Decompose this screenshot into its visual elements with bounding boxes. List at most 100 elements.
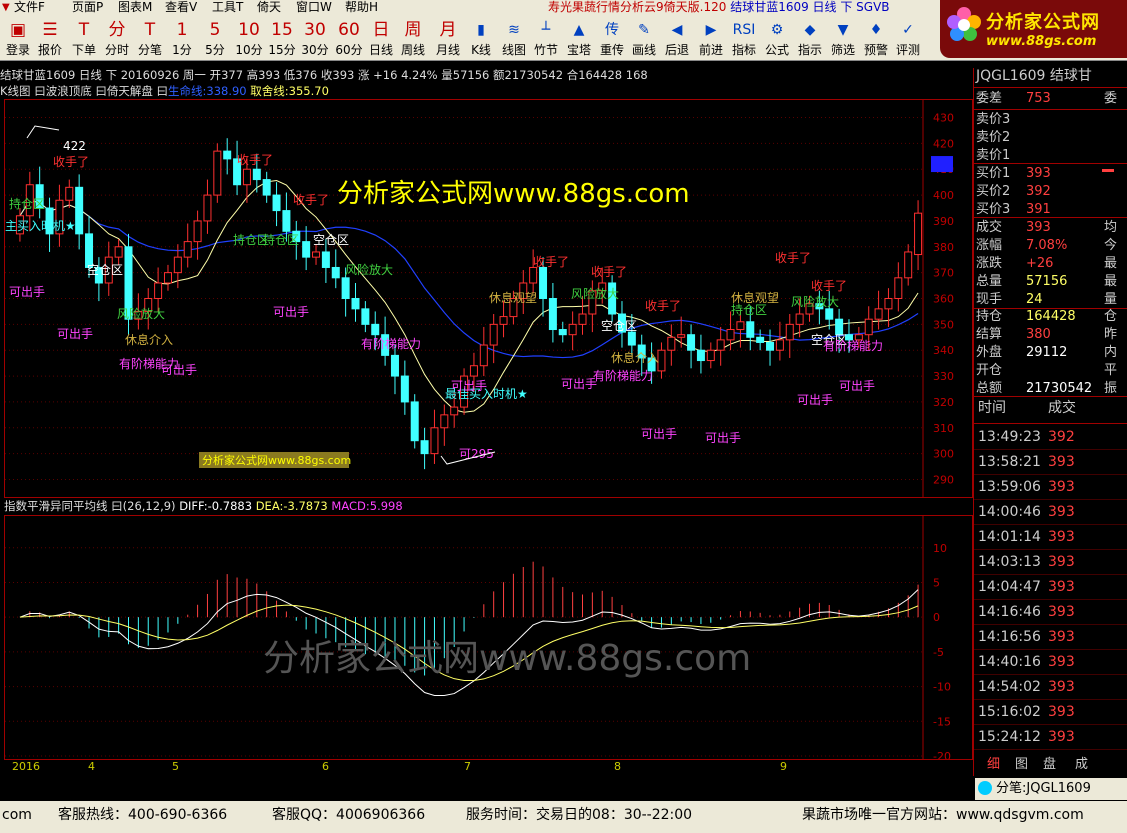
signal-annotation: 可出手 (641, 427, 677, 441)
toolbar-button-1[interactable]: ☰ 报价 (34, 15, 66, 60)
toolbar-label: 后退 (664, 43, 689, 57)
tick-price: 393 (1048, 504, 1075, 520)
toolbar-button-26[interactable]: ♦ 预警 (860, 15, 892, 60)
toolbar-button-24[interactable]: ◆ 指示 (794, 15, 826, 60)
candle (687, 324, 696, 369)
kline-chart[interactable]: 2903003103203303403503603703803904004104… (4, 99, 973, 498)
window-title: 寿光果蔬行情分析云9倚天版.120 结球甘蓝1609 日线 下 SGVB (548, 0, 890, 14)
toolbar-button-2[interactable]: T 下单 (68, 15, 100, 60)
signal-annotation: 422 (63, 139, 86, 153)
candle (75, 174, 84, 250)
toolbar-button-10[interactable]: 60 60分 (332, 15, 366, 60)
buy-bar-indicator (1102, 169, 1114, 172)
toolbar-button-13[interactable]: 月月线 (430, 15, 466, 60)
signal-annotation: 收手了 (293, 193, 329, 207)
tick-time: 13:59:06 (978, 479, 1041, 495)
menu-yitian[interactable]: 倚天 (257, 0, 281, 15)
signal-annotation: 空仓区 (601, 319, 637, 333)
tick-time: 14:03:13 (978, 554, 1041, 570)
field-side-label: 最 (1104, 256, 1118, 271)
menu-chart[interactable]: 图表M (118, 0, 152, 15)
tab-detail[interactable]: 细 (987, 756, 1000, 773)
toolbar-button-14[interactable]: ▮ K线 (466, 15, 496, 60)
date-tick-label: 9 (780, 760, 787, 773)
menu-help[interactable]: 帮助H (345, 0, 378, 15)
toolbar-label: 月线 (435, 43, 460, 57)
toolbar-button-25[interactable]: ▼ 筛选 (826, 15, 860, 60)
macd-chart[interactable]: 10 5 0 -5 -10 -15 -20 分析家公式网www.88gs.com (4, 515, 973, 763)
toolbar-button-6[interactable]: 5 5分 (198, 15, 232, 60)
menu-page[interactable]: 页面P (72, 0, 103, 15)
toolbar-button-5[interactable]: 1 1分 (166, 15, 198, 60)
candle (183, 223, 192, 268)
toolbar-button-17[interactable]: ▲ 宝塔 (562, 15, 596, 60)
app-icon: ▼ (2, 2, 10, 13)
tick-time: 13:58:21 (978, 454, 1041, 470)
field-side-label: 振 (1104, 381, 1118, 396)
toolbar-button-20[interactable]: ◀ 后退 (660, 15, 694, 60)
menu-file[interactable]: 文件F (14, 0, 45, 15)
toolbar-label: 60分 (335, 43, 363, 57)
menu-tools[interactable]: 工具T (212, 0, 243, 15)
toolbar-button-18[interactable]: 传重传 (596, 15, 628, 60)
indicator-names[interactable]: K线图 曰波浪顶底 曰倚天解盘 曰 (0, 84, 168, 98)
toolbar-button-4[interactable]: T 分笔 (134, 15, 166, 60)
toolbar-button-7[interactable]: 10 10分 (232, 15, 266, 60)
toolbar-button-16[interactable]: ┴ 竹节 (530, 15, 562, 60)
toolbar-button-23[interactable]: ⚙ 公式 (760, 15, 794, 60)
field-label: 结算 (976, 327, 1003, 342)
toolbar-icon: 1 (176, 20, 188, 40)
toolbar-button-11[interactable]: 日日线 (366, 15, 396, 60)
signal-annotation: 收手了 (591, 265, 627, 279)
toolbar-button-8[interactable]: 15 15分 (266, 15, 298, 60)
toolbar-button-12[interactable]: 周周线 (396, 15, 430, 60)
toolbar-label: 指示 (797, 43, 822, 57)
candle (558, 321, 567, 343)
field-side-label: 平 (1104, 363, 1118, 378)
toolbar-button-21[interactable]: ▶ 前进 (694, 15, 728, 60)
menu-window[interactable]: 窗口W (296, 0, 332, 15)
field-side-label: 最 (1104, 274, 1118, 289)
toolbar-button-19[interactable]: ✎ 画线 (628, 15, 660, 60)
toolbar-button-0[interactable]: ▣ 登录 (2, 15, 34, 60)
signal-annotation: 可出手 (273, 305, 309, 319)
candle (785, 314, 794, 358)
y-tick-label: 300 (933, 448, 954, 461)
macd-tick-label: -5 (933, 646, 944, 659)
toolbar-button-27[interactable]: ✓ 评测 (892, 15, 924, 60)
toolbar-icon: ≋ (508, 22, 520, 38)
field-side-label: 仓 (1104, 309, 1118, 324)
y-tick-label: 380 (933, 241, 954, 254)
tab-trades[interactable]: 成 (1075, 756, 1088, 773)
date-axis: 2016 4 5 6 7 8 9 (4, 760, 971, 774)
toolbar-icon: T (78, 20, 90, 40)
signal-annotation: 有阶梯能力 (823, 339, 883, 353)
field-value: 392 (1026, 184, 1051, 199)
toolbar-label: 重传 (599, 43, 624, 57)
macd-tick-label: -10 (933, 681, 951, 694)
signal-annotation: 空仓区 (87, 263, 123, 277)
field-label: 涨幅 (976, 238, 1003, 253)
menu-view[interactable]: 查看V (165, 0, 197, 15)
y-tick-label: 340 (933, 344, 954, 357)
tab-orderbook[interactable]: 盘 (1043, 756, 1056, 773)
tick-time: 14:00:46 (978, 504, 1041, 520)
toolbar-icon: 30 (304, 20, 326, 40)
status-hotline: 客服热线：400-690-6366 (58, 807, 228, 823)
fenbi-bar[interactable]: 分笔:JQGL1609 (975, 778, 1127, 800)
y-tick-label: 310 (933, 422, 954, 435)
field-label: 现手 (976, 292, 1003, 307)
field-value: 57156 (1026, 274, 1068, 289)
toolbar-button-9[interactable]: 30 30分 (298, 15, 332, 60)
toolbar-icon: 10 (238, 20, 260, 40)
tab-chart[interactable]: 图 (1015, 756, 1028, 773)
toolbar-label: 15分 (268, 43, 296, 57)
signal-annotation: 风险放大 (345, 262, 393, 277)
flower-logo-icon (947, 7, 981, 41)
tick-price: 393 (1048, 729, 1075, 745)
toolbar-label: 宝塔 (566, 43, 591, 57)
toolbar-button-15[interactable]: ≋ 线图 (498, 15, 530, 60)
toolbar-button-22[interactable]: RSI 指标 (728, 15, 760, 60)
candle (203, 179, 212, 234)
toolbar-button-3[interactable]: 分分时 (100, 15, 134, 60)
